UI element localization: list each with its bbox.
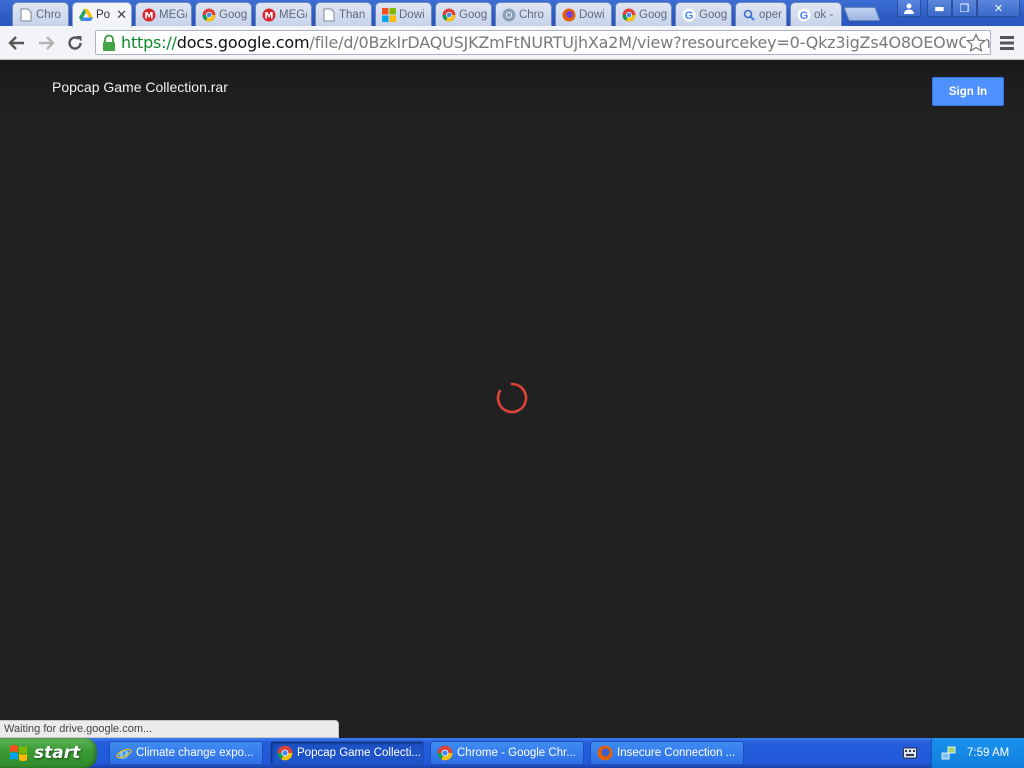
back-arrow-icon (8, 36, 24, 50)
chrome-icon (442, 8, 456, 22)
address-bar[interactable]: https://docs.google.com/file/d/0BzkIrDAQ… (95, 30, 991, 55)
profile-button[interactable] (897, 0, 921, 17)
tab-mega-1[interactable]: M MEG/ (135, 2, 192, 26)
page-icon (19, 8, 33, 22)
status-bubble: Waiting for drive.google.com... (0, 720, 339, 738)
google-icon: G (797, 8, 811, 22)
windows-taskbar: start e Climate change expo... Popcap Ga… (0, 738, 1024, 768)
minimize-button[interactable]: ▬ (927, 0, 952, 17)
loading-spinner-icon (496, 382, 528, 414)
taskbar-item-climate-change[interactable]: e Climate change expo... (109, 741, 263, 765)
forward-arrow-icon (39, 36, 55, 50)
firefox-icon (562, 8, 576, 22)
network-icon[interactable] (941, 745, 957, 761)
back-button[interactable] (6, 32, 28, 54)
mega-icon: M (142, 8, 156, 22)
reload-icon (68, 36, 82, 50)
tab-popcap-active[interactable]: Po ✕ (72, 2, 132, 27)
tab-chrome-1[interactable]: Chro (12, 2, 69, 26)
chrome-icon (202, 8, 216, 22)
svg-text:M: M (265, 11, 274, 21)
forward-button[interactable] (35, 32, 57, 54)
restore-button[interactable]: ❐ (952, 0, 977, 17)
close-tab-icon[interactable]: ✕ (114, 8, 127, 23)
tab-ok-google[interactable]: G ok - ( (790, 2, 842, 26)
internet-explorer-icon: e (116, 745, 132, 761)
google-drive-icon (79, 8, 93, 22)
drive-viewer: Popcap Game Collection.rar Sign In (0, 61, 1024, 738)
chrome-icon (277, 745, 293, 761)
svg-text:e: e (119, 745, 129, 761)
clock[interactable]: 7:59 AM (967, 747, 1009, 759)
tab-google-3[interactable]: Goog (615, 2, 672, 26)
system-tray: 7:59 AM (931, 738, 1024, 768)
new-tab-button[interactable] (843, 7, 881, 21)
mega-icon: M (262, 8, 276, 22)
taskbar-item-popcap[interactable]: Popcap Game Collecti... (270, 741, 424, 765)
windows-flag-icon (10, 744, 27, 762)
browser-toolbar: https://docs.google.com/file/d/0BzkIrDAQ… (0, 26, 1024, 60)
url-text: https://docs.google.com/file/d/0BzkIrDAQ… (121, 33, 991, 52)
chrome-menu-icon[interactable] (998, 35, 1016, 51)
tab-thanks[interactable]: Than (315, 2, 372, 26)
tab-google-2[interactable]: Goog (435, 2, 492, 26)
tab-chrome-2[interactable]: Chro (495, 2, 552, 26)
tab-google-4[interactable]: G Goog (675, 2, 732, 26)
svg-text:G: G (685, 10, 694, 22)
secure-lock-icon (103, 34, 115, 51)
chrome-gray-icon (502, 8, 516, 22)
microsoft-icon (382, 7, 396, 22)
tab-google-1[interactable]: Goog (195, 2, 252, 26)
chrome-icon (437, 745, 453, 761)
bookmark-star-icon[interactable] (966, 33, 986, 53)
tab-search-open[interactable]: open (735, 2, 787, 26)
tab-firefox-download[interactable]: Dowi (555, 2, 612, 26)
reload-button[interactable] (64, 32, 86, 54)
google-icon: G (682, 8, 696, 22)
tab-microsoft-download[interactable]: Dowi (375, 2, 432, 26)
svg-text:G: G (800, 10, 809, 22)
file-title: Popcap Game Collection.rar (52, 79, 228, 95)
start-button[interactable]: start (0, 738, 97, 768)
user-icon (904, 3, 914, 14)
sign-in-button[interactable]: Sign In (932, 77, 1004, 106)
taskbar-item-insecure-connection[interactable]: Insecure Connection ... (590, 741, 744, 765)
browser-tab-strip: Chro Po ✕ M MEG/ Goog M MEG/ Than Dowi G… (0, 0, 1024, 27)
viewer-header: Popcap Game Collection.rar Sign In (0, 61, 1024, 121)
keyboard-icon[interactable] (903, 747, 917, 759)
tab-mega-2[interactable]: M MEG/ (255, 2, 312, 26)
taskbar-item-chrome[interactable]: Chrome - Google Chr... (430, 741, 584, 765)
firefox-icon (597, 745, 613, 761)
svg-text:M: M (145, 11, 154, 21)
chrome-icon (622, 8, 636, 22)
search-icon (742, 8, 756, 22)
close-window-button[interactable]: ✕ (977, 0, 1020, 17)
page-icon (322, 8, 336, 22)
